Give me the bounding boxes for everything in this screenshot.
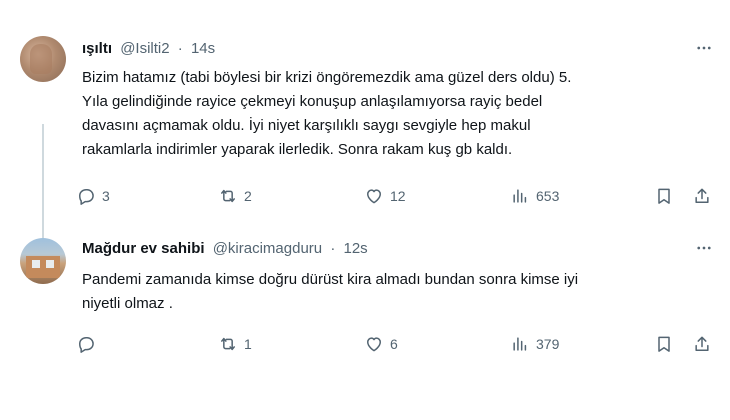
- reply-count: 3: [102, 188, 110, 204]
- avatar-window: [46, 260, 54, 268]
- tweet-header: Mağdur ev sahibi @kiracimagduru · 12s: [82, 240, 368, 257]
- retweet-count: 2: [244, 188, 252, 204]
- like-count: 6: [390, 336, 398, 352]
- handle[interactable]: @kiracimagduru: [213, 240, 322, 257]
- heart-icon: [364, 186, 384, 206]
- retweet-icon: [218, 186, 238, 206]
- separator: ·: [330, 240, 336, 257]
- views-icon: [510, 186, 530, 206]
- more-options-button[interactable]: [692, 36, 716, 60]
- like-button[interactable]: 6: [364, 330, 398, 358]
- like-button[interactable]: 12: [364, 182, 406, 210]
- tweet-actions: 1 6 379: [76, 330, 716, 358]
- separator: ·: [177, 40, 183, 57]
- share-icon: [692, 334, 712, 354]
- bookmark-button[interactable]: [654, 330, 674, 358]
- retweet-count: 1: [244, 336, 252, 352]
- handle[interactable]: @Isilti2: [120, 40, 169, 57]
- bookmark-button[interactable]: [654, 182, 674, 210]
- tweet-header: ışıltı @Isilti2 · 14s: [82, 40, 215, 57]
- avatar-window: [32, 260, 40, 268]
- tweet-actions: 3 2 12 653: [76, 182, 716, 210]
- bookmark-icon: [654, 186, 674, 206]
- reply-button[interactable]: 3: [76, 182, 110, 210]
- views-count: 653: [536, 188, 560, 204]
- like-count: 12: [390, 188, 406, 204]
- avatar-figure: [30, 44, 52, 74]
- more-dots-icon: [695, 39, 713, 57]
- more-options-button[interactable]: [692, 236, 716, 260]
- timestamp[interactable]: 14s: [191, 40, 215, 57]
- views-icon: [510, 334, 530, 354]
- views-button[interactable]: 653: [510, 182, 559, 210]
- retweet-button[interactable]: 2: [218, 182, 252, 210]
- tweet-text: Bizim hatamız (tabi böylesi bir krizi ön…: [82, 69, 572, 158]
- retweet-icon: [218, 334, 238, 354]
- bookmark-icon: [654, 334, 674, 354]
- display-name[interactable]: Mağdur ev sahibi: [82, 240, 205, 257]
- reply-icon: [76, 186, 96, 206]
- timestamp[interactable]: 12s: [343, 240, 367, 257]
- retweet-button[interactable]: 1: [218, 330, 252, 358]
- display-name[interactable]: ışıltı: [82, 40, 112, 57]
- more-dots-icon: [695, 239, 713, 257]
- reply-button[interactable]: [76, 330, 102, 358]
- share-button[interactable]: [692, 182, 712, 210]
- thread-line: [42, 124, 44, 254]
- share-button[interactable]: [692, 330, 712, 358]
- avatar[interactable]: [20, 36, 66, 82]
- heart-icon: [364, 334, 384, 354]
- views-button[interactable]: 379: [510, 330, 559, 358]
- reply-icon: [76, 334, 96, 354]
- views-count: 379: [536, 336, 560, 352]
- avatar[interactable]: [20, 238, 66, 284]
- share-icon: [692, 186, 712, 206]
- tweet-text: Pandemi zamanıda kimse doğru dürüst kira…: [82, 271, 579, 312]
